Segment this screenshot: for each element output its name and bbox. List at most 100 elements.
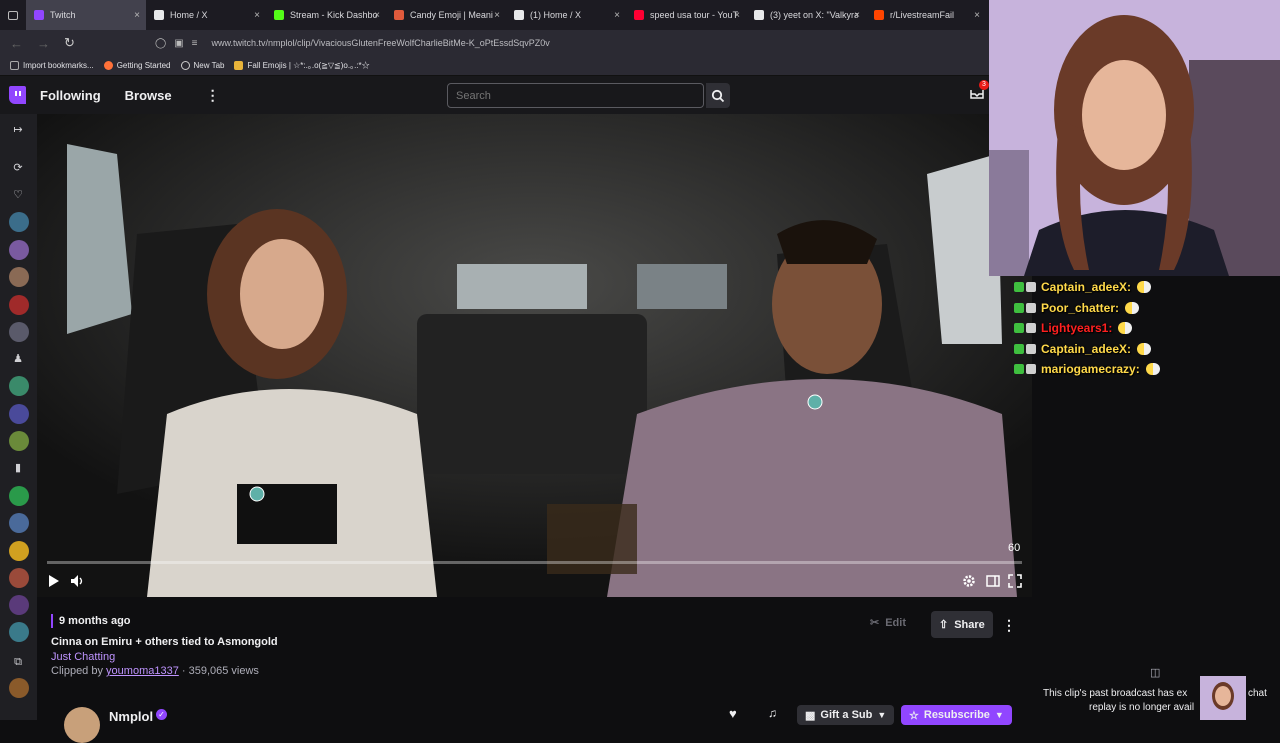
chat-message: Captain_adeeX: bbox=[1014, 277, 1280, 298]
notice-line-1-suffix: chat bbox=[1248, 688, 1267, 699]
channel-avatar[interactable] bbox=[9, 322, 29, 342]
browser-tab[interactable]: (1) Home / X × bbox=[506, 0, 626, 30]
channel-avatar[interactable] bbox=[9, 622, 29, 642]
channel-avatar[interactable] bbox=[9, 513, 29, 533]
recommended-icon[interactable]: ⟳ bbox=[10, 160, 26, 176]
volume-button[interactable] bbox=[70, 574, 84, 588]
import-icon bbox=[10, 61, 19, 70]
emoji-icon bbox=[394, 10, 404, 20]
firefox-icon bbox=[103, 61, 113, 70]
bookmark-label: Getting Started bbox=[116, 61, 171, 70]
share-button[interactable]: ⇧ Share bbox=[931, 611, 993, 638]
fullscreen-button[interactable] bbox=[1008, 574, 1022, 593]
bookmark-fall-emojis[interactable]: Fall Emojis | ☆*:.｡.o(≧▽≦)o.｡.:*☆ bbox=[234, 60, 370, 71]
close-tab-icon[interactable]: × bbox=[734, 10, 740, 21]
settings-button[interactable] bbox=[962, 574, 976, 593]
clip-video-player[interactable]: 60 bbox=[37, 114, 1032, 597]
channel-avatar[interactable] bbox=[9, 431, 29, 451]
badge-icon bbox=[1014, 282, 1024, 293]
browser-tab[interactable]: Candy Emoji | Meani × bbox=[386, 0, 506, 30]
back-icon[interactable]: ← bbox=[10, 36, 23, 51]
browser-tab[interactable]: r/LivestreamFail × bbox=[866, 0, 986, 30]
view-count: · 359,065 views bbox=[181, 665, 259, 677]
edit-button[interactable]: ✂ Edit bbox=[870, 616, 906, 630]
channel-name[interactable]: Nmplol bbox=[109, 709, 153, 724]
clip-age: 9 months ago bbox=[59, 615, 131, 627]
close-tab-icon[interactable]: × bbox=[854, 10, 860, 21]
channel-avatar[interactable] bbox=[9, 376, 29, 396]
permissions-icon[interactable]: ≡ bbox=[192, 38, 198, 49]
add-friend-icon[interactable]: ♟ bbox=[10, 351, 26, 367]
chat-message: mariogamecrazy: bbox=[1014, 359, 1280, 380]
close-tab-icon[interactable]: × bbox=[254, 10, 260, 21]
clipper-link[interactable]: youmoma1337 bbox=[106, 665, 179, 677]
channel-avatar[interactable] bbox=[9, 240, 29, 260]
forward-icon[interactable]: → bbox=[37, 36, 50, 51]
theatre-mode-button[interactable] bbox=[986, 574, 1000, 593]
chat-overlay: Captain_adeeX: Poor_chatter: Lightyears1: C… bbox=[1014, 277, 1280, 380]
category-link[interactable]: Just Chatting bbox=[51, 651, 115, 663]
channel-avatar[interactable] bbox=[9, 568, 29, 588]
close-tab-icon[interactable]: × bbox=[134, 10, 140, 21]
progress-bar[interactable] bbox=[47, 561, 1022, 564]
channel-avatar[interactable] bbox=[9, 267, 29, 287]
more-options-icon[interactable]: ⋮ bbox=[206, 87, 220, 104]
tab-list-icon[interactable] bbox=[0, 0, 26, 30]
nav-browse[interactable]: Browse bbox=[125, 88, 172, 103]
channel-avatar[interactable] bbox=[9, 212, 29, 232]
resubscribe-label: Resubscribe bbox=[923, 709, 990, 721]
copy-icon[interactable]: ⧉ bbox=[10, 654, 26, 670]
close-tab-icon[interactable]: × bbox=[374, 10, 380, 21]
x-icon bbox=[514, 10, 524, 20]
channel-avatar[interactable] bbox=[9, 295, 29, 315]
channel-avatar[interactable] bbox=[9, 541, 29, 561]
x-icon bbox=[754, 10, 764, 20]
more-options-icon[interactable]: ⋮ bbox=[1002, 617, 1016, 634]
lock-icon[interactable]: ▣ bbox=[174, 38, 183, 49]
inbox-button[interactable]: 3 bbox=[970, 80, 989, 100]
resubscribe-button[interactable]: ☆ Resubscribe ▼ bbox=[901, 705, 1012, 725]
reddit-icon bbox=[874, 10, 884, 20]
shield-icon[interactable]: ◯ bbox=[155, 38, 166, 49]
reload-icon[interactable]: ↻ bbox=[64, 35, 75, 51]
channel-avatar[interactable] bbox=[64, 707, 100, 743]
collapse-sidebar-icon[interactable]: ↦ bbox=[10, 122, 26, 138]
close-tab-icon[interactable]: × bbox=[614, 10, 620, 21]
heart-icon[interactable]: ♡ bbox=[10, 187, 26, 203]
channel-avatar[interactable] bbox=[9, 404, 29, 424]
badge-icon bbox=[1014, 343, 1024, 354]
channel-avatar[interactable] bbox=[9, 678, 29, 698]
bookmark-import[interactable]: Import bookmarks... bbox=[10, 61, 94, 70]
chat-message: Poor_chatter: bbox=[1014, 298, 1280, 319]
browser-tab[interactable]: Stream - Kick Dashboar × bbox=[266, 0, 386, 30]
search-button[interactable] bbox=[706, 83, 730, 108]
emote-icon bbox=[1118, 322, 1133, 335]
browser-tab[interactable]: (3) yeet on X: "Valkyrae × bbox=[746, 0, 866, 30]
badge-icon bbox=[1026, 364, 1036, 375]
channel-avatar[interactable] bbox=[9, 486, 29, 506]
channel-avatar[interactable] bbox=[9, 595, 29, 615]
nav-following[interactable]: Following bbox=[40, 88, 101, 103]
bookmark-new-tab[interactable]: New Tab bbox=[180, 61, 224, 70]
browser-tab[interactable]: Home / X × bbox=[146, 0, 266, 30]
notification-bell-icon[interactable]: ♫ bbox=[768, 706, 777, 720]
browser-tab[interactable]: speed usa tour - YouTu × bbox=[626, 0, 746, 30]
twitch-logo-icon[interactable] bbox=[9, 86, 26, 104]
video-icon[interactable]: ▮ bbox=[10, 460, 26, 476]
tab-title: (3) yeet on X: "Valkyrae bbox=[770, 10, 858, 20]
close-tab-icon[interactable]: × bbox=[974, 10, 980, 21]
tab-title: Home / X bbox=[170, 10, 208, 20]
address-bar[interactable]: ◯ ▣ ≡ www.twitch.tv/nmplol/clip/Vivaciou… bbox=[155, 33, 985, 53]
play-button[interactable] bbox=[48, 574, 60, 588]
follow-heart-icon[interactable]: ♥ bbox=[729, 706, 737, 721]
close-tab-icon[interactable]: × bbox=[494, 10, 500, 21]
gift-sub-button[interactable]: ▩ Gift a Sub ▼ bbox=[797, 705, 895, 725]
volume-icon bbox=[71, 575, 83, 587]
small-webcam-thumbnail bbox=[1200, 676, 1246, 720]
url-text[interactable]: www.twitch.tv/nmplol/clip/VivaciousGlute… bbox=[212, 38, 550, 48]
browser-tab[interactable]: Twitch × bbox=[26, 0, 146, 30]
chat-replay-notice: ◫ This clip's past broadcast has ex chat… bbox=[1032, 664, 1280, 720]
tab-title: Twitch bbox=[50, 10, 76, 20]
search-input[interactable] bbox=[447, 83, 704, 108]
bookmark-getting-started[interactable]: Getting Started bbox=[103, 61, 171, 70]
